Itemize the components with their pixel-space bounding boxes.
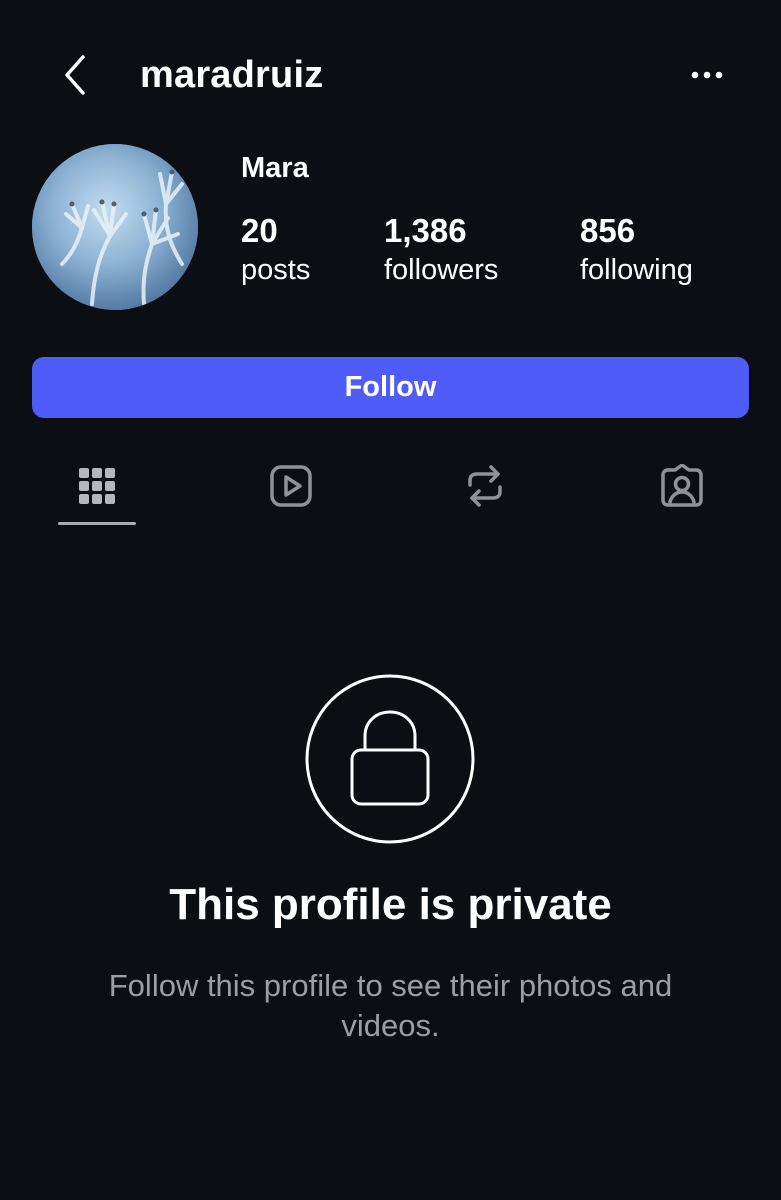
reels-icon (270, 465, 312, 507)
following-count[interactable]: 856 following (580, 210, 693, 288)
reposts-icon (468, 465, 502, 507)
private-profile-title: This profile is private (169, 880, 612, 929)
posts-count[interactable]: 20 posts (241, 210, 310, 288)
grid-icon (79, 468, 115, 504)
profile-username: maradruiz (140, 54, 324, 96)
chevron-left-icon (65, 55, 85, 95)
tab-tagged[interactable] (652, 460, 712, 512)
tab-reels[interactable] (261, 460, 321, 512)
lock-icon (305, 674, 475, 844)
stat-label: following (580, 254, 693, 286)
stat-label: posts (241, 254, 311, 286)
avatar[interactable] (32, 144, 198, 310)
followers-count[interactable]: 1,386 followers (384, 210, 498, 288)
private-lock-badge (305, 674, 475, 844)
stat-value: 20 (241, 212, 278, 249)
tab-posts-grid[interactable] (67, 460, 127, 512)
private-profile-subtitle: Follow this profile to see their photos … (108, 968, 673, 1043)
profile-photo (32, 144, 198, 310)
more-horizontal-icon (691, 71, 723, 79)
display-name: Mara (241, 152, 309, 184)
more-options-button[interactable] (680, 58, 734, 92)
follow-button[interactable]: Follow (32, 357, 749, 418)
stat-value: 1,386 (384, 212, 467, 249)
tagged-icon (661, 464, 703, 507)
active-tab-indicator (58, 522, 136, 525)
stat-label: followers (384, 254, 499, 286)
back-button[interactable] (50, 50, 100, 100)
top-bar: maradruiz (0, 0, 781, 150)
stat-value: 856 (580, 212, 636, 249)
tab-reposts[interactable] (455, 460, 515, 512)
